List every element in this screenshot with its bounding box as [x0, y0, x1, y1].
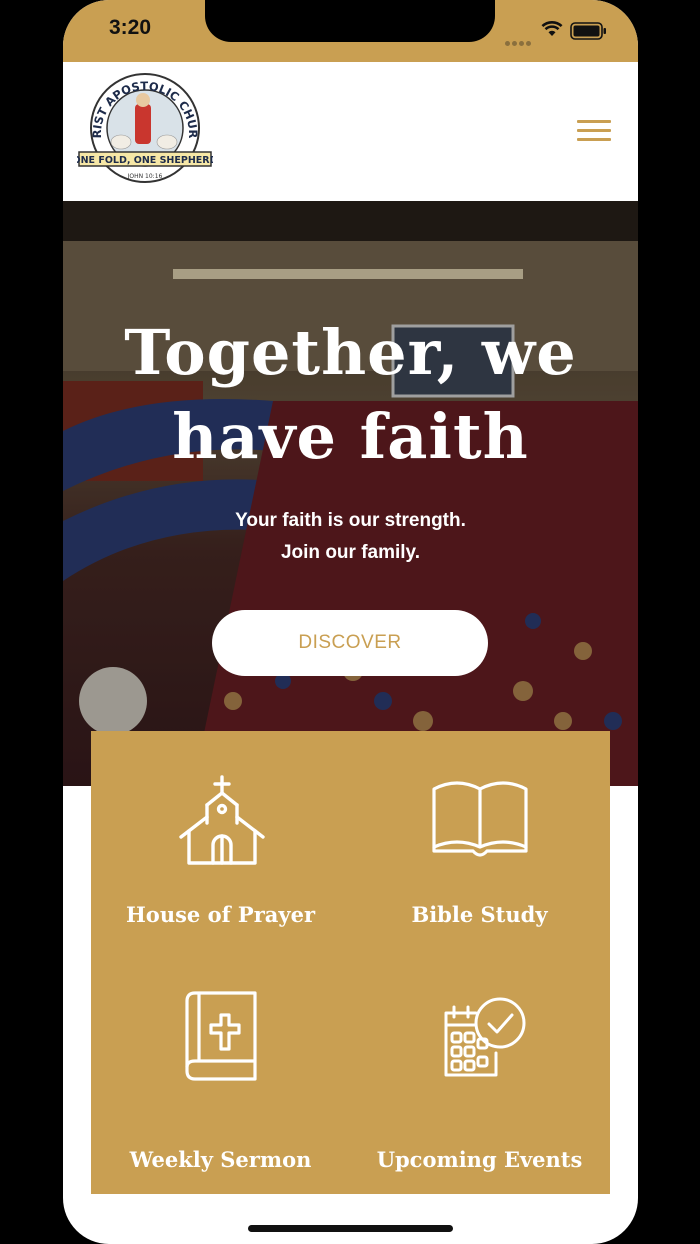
- hero-subtitle-line-1: Your faith is our strength.: [235, 510, 466, 531]
- app-header: CHRIST APOSTOLIC CHURCH ONE FOLD, ONE SH…: [63, 62, 638, 201]
- open-book-icon: [432, 781, 528, 857]
- signal-icon: [505, 33, 533, 51]
- services-grid: House of Prayer Bible Study Weekly Sermo…: [91, 731, 610, 1194]
- status-bar: 3:20: [63, 0, 638, 62]
- service-label: Weekly Sermon: [129, 1147, 312, 1172]
- service-label: Bible Study: [411, 902, 548, 927]
- calendar-check-icon: [444, 997, 526, 1077]
- service-weekly-sermon[interactable]: Weekly Sermon: [91, 961, 350, 1194]
- wifi-icon: [541, 21, 563, 36]
- hero-title: Together, we have faith: [63, 311, 638, 479]
- battery-icon: [570, 22, 606, 40]
- bible-cross-icon: [185, 991, 257, 1081]
- service-label: House of Prayer: [125, 902, 316, 927]
- hero-subtitle-line-2: Join our family.: [280, 542, 420, 563]
- hamburger-menu-icon[interactable]: [577, 120, 611, 144]
- church-logo[interactable]: CHRIST APOSTOLIC CHURCH ONE FOLD, ONE SH…: [77, 72, 213, 190]
- church-icon: [179, 775, 265, 865]
- home-indicator: [248, 1225, 453, 1232]
- hero-banner: Together, we have faith Your faith is ou…: [63, 201, 638, 786]
- logo-verse: JOHN 10:16: [127, 173, 163, 180]
- hero-subtitle: Your faith is our strength. Join our fam…: [63, 505, 638, 569]
- hero-overlay: [63, 201, 638, 786]
- service-upcoming-events[interactable]: Upcoming Events: [350, 961, 609, 1194]
- service-bible-study[interactable]: Bible Study: [350, 731, 609, 961]
- discover-button[interactable]: DISCOVER: [212, 610, 488, 676]
- hero-title-line-1: Together, we: [124, 316, 577, 389]
- status-time: 3:20: [109, 16, 152, 39]
- notch: [205, 0, 495, 42]
- hero-title-line-2: have faith: [172, 400, 529, 473]
- service-house-of-prayer[interactable]: House of Prayer: [91, 731, 350, 961]
- phone-screen: 3:20 CHRIST APOSTOLIC CHURCH: [63, 0, 638, 1244]
- service-label: Upcoming Events: [376, 1147, 583, 1172]
- logo-motto: ONE FOLD, ONE SHEPHERD: [77, 155, 213, 166]
